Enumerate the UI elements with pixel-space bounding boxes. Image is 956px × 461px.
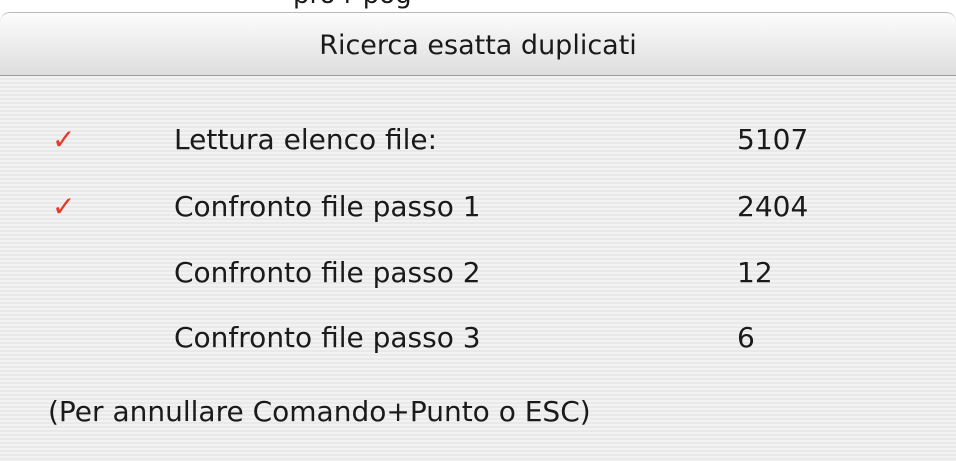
title-bar[interactable]: Ricerca esatta duplicati [0,12,956,76]
checkmark-icon: ✓ [52,190,76,223]
step-row-compare-pass-2: Confronto file passo 2 12 [0,249,956,297]
step-count: 5107 [737,123,809,156]
step-label: Lettura elenco file: [174,123,438,156]
step-row-compare-pass-1: ✓ Confronto file passo 1 2404 [0,183,956,231]
step-label: Confronto file passo 2 [174,256,481,289]
step-row-compare-pass-3: Confronto file passo 3 6 [0,314,956,362]
progress-window: pro r pog Ricerca esatta duplicati ✓ Let… [0,0,956,461]
window-title: Ricerca esatta duplicati [319,30,637,61]
step-row-read-list: ✓ Lettura elenco file: 5107 [0,116,956,164]
step-count: 6 [737,321,755,354]
progress-panel: ✓ Lettura elenco file: 5107 ✓ Confronto … [0,76,956,461]
cancel-hint: (Per annullare Comando+Punto o ESC) [48,395,591,428]
background-window-text: pro r pog [293,0,693,12]
background-window-strip: pro r pog [0,0,956,12]
checkmark-icon: ✓ [52,123,76,156]
step-count: 12 [737,256,773,289]
step-count: 2404 [737,190,809,223]
step-label: Confronto file passo 3 [174,321,481,354]
step-label: Confronto file passo 1 [174,190,481,223]
